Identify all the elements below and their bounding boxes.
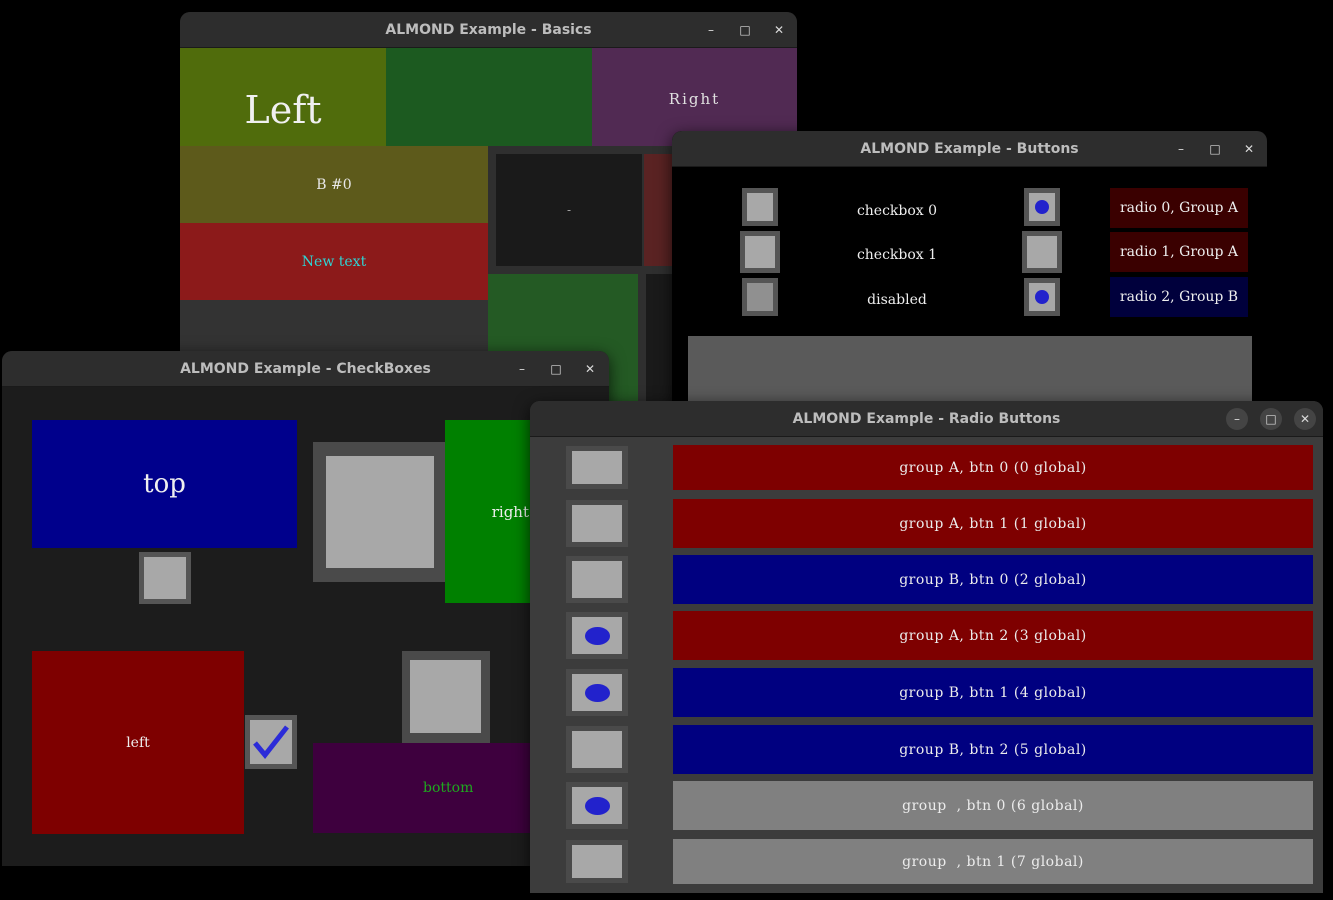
left-checkbox-checked[interactable]	[245, 715, 297, 769]
maximize-icon[interactable]: □	[1260, 408, 1282, 430]
center-checkbox[interactable]	[313, 442, 447, 582]
radio-button-5[interactable]	[566, 726, 628, 773]
radio-buttons-window-title: ALMOND Example - Radio Buttons	[792, 411, 1061, 427]
radio-button-3[interactable]	[566, 612, 628, 659]
radio-0-label[interactable]: radio 0, Group A	[1110, 188, 1248, 228]
radio-0[interactable]	[1024, 188, 1060, 226]
buttons-titlebar[interactable]: ALMOND Example - Buttons – □ ✕	[672, 131, 1267, 167]
top-block: top	[32, 420, 297, 548]
radio-button-0[interactable]	[566, 446, 628, 489]
radio-row-label-6[interactable]: group , btn 0 (6 global)	[673, 781, 1313, 830]
radio-button-6[interactable]	[566, 782, 628, 829]
radio-1[interactable]	[1022, 231, 1062, 273]
radio-button-2[interactable]	[566, 556, 628, 603]
radio-buttons-titlebar[interactable]: ALMOND Example - Radio Buttons – □ ✕	[530, 401, 1323, 437]
radio-row-label-3[interactable]: group A, btn 2 (3 global)	[673, 611, 1313, 660]
bottom-checkbox[interactable]	[402, 651, 490, 743]
radio-button-1[interactable]	[566, 500, 628, 547]
radio-dot-icon	[1035, 200, 1049, 214]
radio-dot-icon	[585, 796, 610, 815]
radio-row-label-5[interactable]: group B, btn 2 (5 global)	[673, 725, 1313, 774]
top-checkbox[interactable]	[139, 552, 191, 604]
close-icon[interactable]: ✕	[768, 19, 790, 41]
checkbox-0-label: checkbox 0	[856, 203, 938, 219]
checkmark-icon	[253, 725, 289, 759]
radio-dot-icon	[1035, 290, 1049, 304]
minimize-icon[interactable]: –	[1170, 138, 1192, 160]
checkboxes-titlebar[interactable]: ALMOND Example - CheckBoxes – □ ✕	[2, 351, 609, 387]
maximize-icon[interactable]: □	[545, 358, 567, 380]
radio-dot-icon	[585, 626, 610, 645]
close-icon[interactable]: ✕	[1238, 138, 1260, 160]
minimize-icon[interactable]: –	[511, 358, 533, 380]
close-icon[interactable]: ✕	[1294, 408, 1316, 430]
radio-row-label-7[interactable]: group , btn 1 (7 global)	[673, 839, 1313, 884]
checkbox-disabled	[742, 278, 778, 316]
minimize-icon[interactable]: –	[1226, 408, 1248, 430]
radio-2-label[interactable]: radio 2, Group B	[1110, 277, 1248, 317]
middle-block	[386, 48, 592, 146]
minimize-icon[interactable]: –	[700, 19, 722, 41]
radio-buttons-window: ALMOND Example - Radio Buttons – □ ✕ gro…	[530, 401, 1323, 893]
close-icon[interactable]: ✕	[579, 358, 601, 380]
radio-1-label[interactable]: radio 1, Group A	[1110, 232, 1248, 272]
new-text-button[interactable]: New text	[180, 223, 488, 300]
checkbox-0[interactable]	[742, 188, 778, 226]
radio-dot-icon	[585, 683, 610, 702]
checkbox-disabled-label: disabled	[867, 292, 927, 308]
radio-2[interactable]	[1024, 278, 1060, 316]
radio-row-label-0[interactable]: group A, btn 0 (0 global)	[673, 445, 1313, 490]
radio-row-label-2[interactable]: group B, btn 0 (2 global)	[673, 555, 1313, 604]
radio-button-4[interactable]	[566, 669, 628, 716]
dash-box: -	[496, 154, 642, 266]
checkboxes-window: ALMOND Example - CheckBoxes – □ ✕ top ri…	[2, 351, 609, 866]
maximize-icon[interactable]: □	[734, 19, 756, 41]
maximize-icon[interactable]: □	[1204, 138, 1226, 160]
left-block: left	[32, 651, 244, 834]
radio-button-7[interactable]	[566, 840, 628, 883]
checkbox-1[interactable]	[740, 231, 780, 273]
buttons-window: ALMOND Example - Buttons – □ ✕ checkbox …	[672, 131, 1267, 421]
basics-titlebar[interactable]: ALMOND Example - Basics – □ ✕	[180, 12, 797, 48]
radio-row-label-1[interactable]: group A, btn 1 (1 global)	[673, 499, 1313, 548]
checkbox-1-label: checkbox 1	[856, 247, 938, 263]
right-label: Right	[668, 90, 721, 108]
b0-button[interactable]: B #0	[180, 146, 488, 223]
radio-row-label-4[interactable]: group B, btn 1 (4 global)	[673, 668, 1313, 717]
